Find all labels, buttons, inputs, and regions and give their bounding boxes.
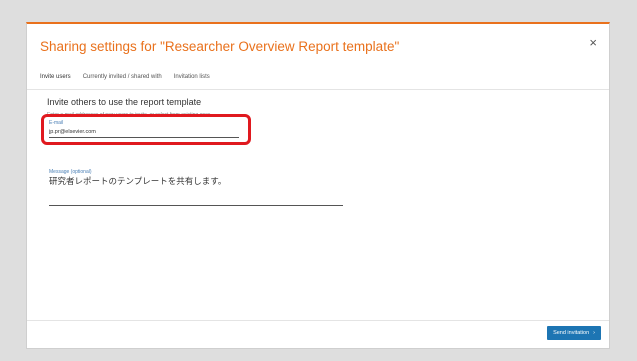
invite-hint: Enter e-mail addresses of new users to i…	[47, 112, 212, 118]
footer-divider	[27, 320, 609, 321]
email-field[interactable]	[49, 127, 239, 138]
invite-heading: Invite others to use the report template	[47, 97, 202, 107]
tab-invitation-lists[interactable]: Invitation lists	[174, 74, 210, 90]
message-underline	[49, 205, 343, 206]
close-icon[interactable]: ×	[589, 36, 597, 49]
chevron-right-icon: ›	[593, 330, 595, 336]
message-field[interactable]: 研究者レポートのテンプレートを共有します。	[49, 175, 226, 187]
tabs-divider	[27, 89, 609, 90]
tab-bar: Invite users Currently invited / shared …	[40, 74, 210, 90]
send-invitation-label: Send invitation	[553, 330, 590, 336]
dialog-title: Sharing settings for "Researcher Overvie…	[40, 39, 400, 54]
sharing-settings-dialog: Sharing settings for "Researcher Overvie…	[26, 22, 610, 349]
send-invitation-button[interactable]: Send invitation ›	[547, 326, 601, 340]
tab-invite-users[interactable]: Invite users	[40, 74, 71, 90]
tab-currently-invited[interactable]: Currently invited / shared with	[83, 74, 162, 90]
email-label: E-mail	[49, 120, 64, 126]
